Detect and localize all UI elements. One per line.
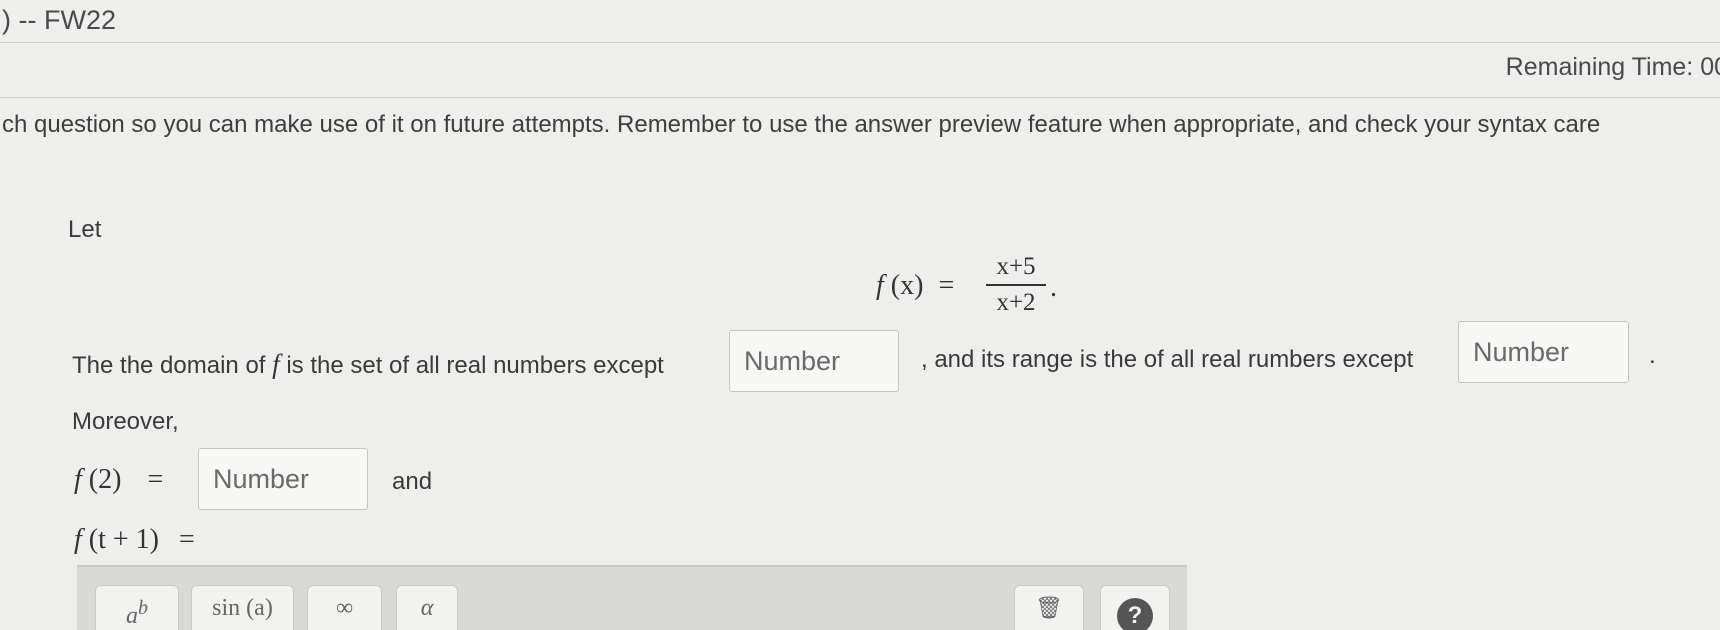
function-definition: f (x) = x+5 x+2 . [876,250,1066,322]
fraction: x+5 x+2 [986,250,1046,320]
range-answer-input[interactable]: Number [1458,321,1629,383]
function-lhs: f (x) = [876,270,955,301]
assignment-title: ) -- FW22 [2,5,116,35]
fraction-denominator: x+2 [996,289,1036,316]
quiz-page: ) -- FW22 Remaining Time: 00 ch question… [0,0,1720,630]
title-bar: ) -- FW22 [0,0,1720,43]
domain-answer-input[interactable]: Number [729,330,899,392]
moreover-label: Moreover, [72,408,179,435]
help-button[interactable]: ? [1100,585,1170,630]
trash-icon: 🗑 [1035,596,1063,621]
infinity-button[interactable]: ∞ [307,585,382,630]
fraction-numerator: x+5 [996,253,1036,280]
alpha-icon: α [420,595,434,621]
sin-button[interactable]: sin (a) [191,585,294,630]
range-question-text: , and its range is the of all real rumbe… [921,346,1414,373]
help-icon: ? [1117,598,1153,630]
math-editor-toolbar: ab sin (a) ∞ α 🗑 ? [77,565,1187,630]
domain-question-text: The the domain of f is the set of all re… [72,349,664,379]
f-of-2-answer-input[interactable]: Number [198,448,368,510]
and-label: and [392,468,433,495]
infinity-icon: ∞ [335,595,354,621]
alpha-button[interactable]: α [396,585,458,630]
timer-bar: Remaining Time: 00 [0,43,1720,98]
power-button[interactable]: ab [95,585,179,630]
let-label: Let [68,216,102,243]
f-of-2-expression: f (2) = [74,464,164,495]
remaining-time: Remaining Time: 00 [1505,53,1720,81]
range-period: . [1649,342,1656,369]
instructions-text: ch question so you can make use of it on… [2,111,1601,138]
f-of-t-plus-1-expression: f (t + 1) = [74,524,195,555]
clear-button[interactable]: 🗑 [1014,585,1084,630]
